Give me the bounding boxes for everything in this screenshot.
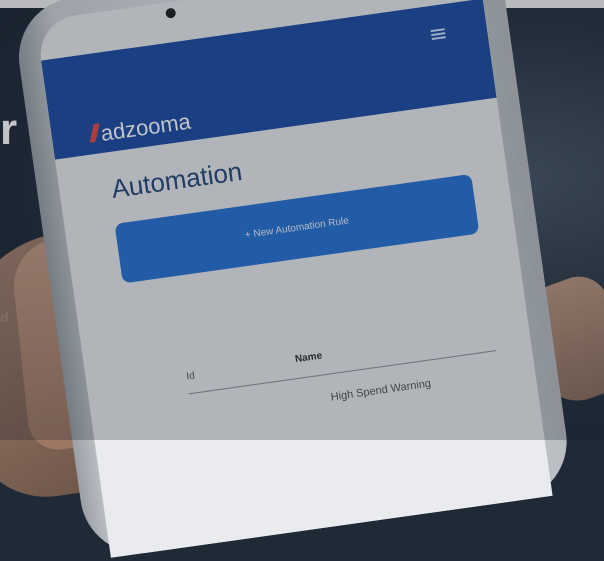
hamburger-menu-icon[interactable] bbox=[430, 28, 446, 41]
app-header: adzooma bbox=[41, 0, 497, 160]
column-header-id[interactable]: Id bbox=[186, 370, 196, 382]
smartphone: adzooma Automation + New Automation Rule… bbox=[11, 0, 575, 561]
brand-logo[interactable]: adzooma bbox=[89, 108, 193, 149]
rules-table-header: Id Name bbox=[184, 320, 496, 395]
front-camera-icon bbox=[165, 7, 177, 19]
logo-mark-icon bbox=[89, 123, 100, 143]
brand-name: adzooma bbox=[99, 108, 193, 146]
column-header-name[interactable]: Name bbox=[294, 350, 323, 365]
phone-screen: adzooma Automation + New Automation Rule… bbox=[35, 0, 553, 558]
marketing-heading-fragment: r bbox=[0, 105, 18, 154]
table-row-name[interactable]: High Spend Warning bbox=[330, 378, 432, 404]
page-title: Automation bbox=[109, 155, 244, 204]
